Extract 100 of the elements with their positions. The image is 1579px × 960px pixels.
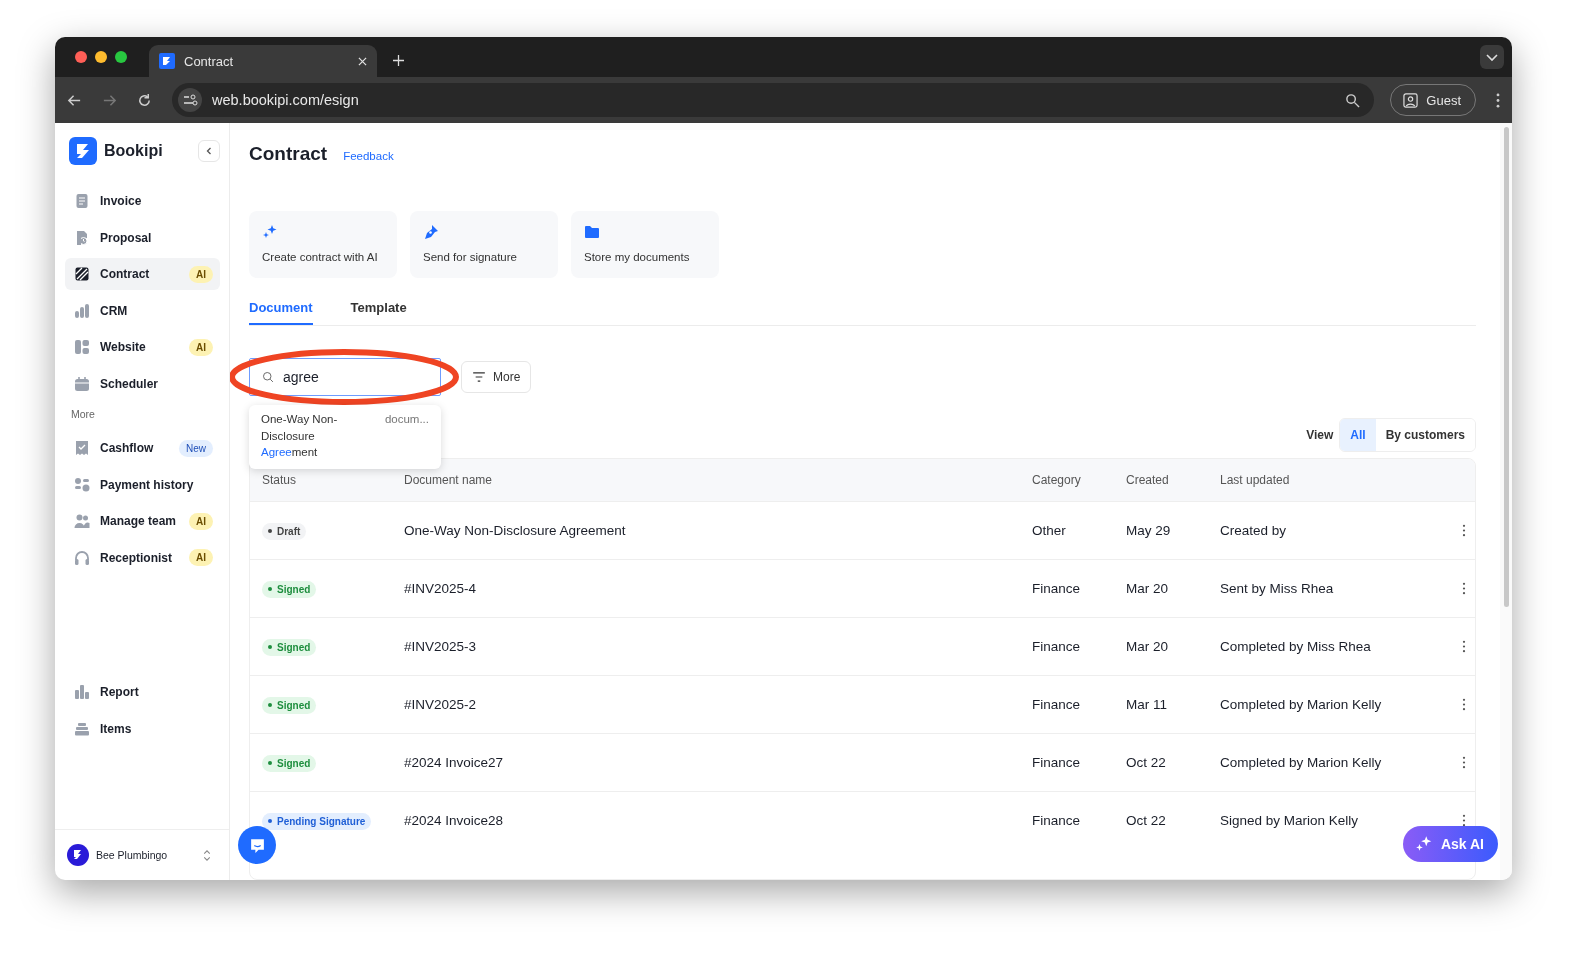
table-cell-text: Finance: [1032, 755, 1082, 770]
calendar-icon: [74, 375, 90, 392]
feedback-link[interactable]: Feedback: [343, 150, 394, 162]
tab[interactable]: Document: [249, 300, 313, 325]
pen-nib-icon: [423, 224, 439, 240]
browser-tab[interactable]: Contract: [149, 45, 377, 77]
sparkle-icon: [262, 224, 278, 240]
row-menu-icon[interactable]: [1462, 582, 1466, 595]
table-cell-text: Finance: [1032, 697, 1082, 712]
profile-button[interactable]: Guest: [1390, 84, 1476, 116]
sidebar-item[interactable]: Contract AI: [65, 258, 220, 290]
table-cell-text: Finance: [1032, 639, 1082, 654]
people-icon: [74, 513, 90, 529]
sidebar-item[interactable]: Scheduler: [65, 367, 220, 400]
status-badge: Signed: [262, 580, 317, 598]
site-settings-icon[interactable]: [178, 88, 202, 112]
sidebar-item[interactable]: Report: [65, 676, 220, 708]
zoom-icon[interactable]: [1345, 92, 1361, 108]
layout-icon: [74, 339, 90, 355]
table-cell-text: Completed by Marion Kelly: [1220, 697, 1383, 712]
table-cell-text: May 29: [1126, 523, 1172, 538]
table-cell-text: Sent by Miss Rhea: [1220, 581, 1335, 596]
tab-title: Contract: [184, 53, 235, 69]
action-card[interactable]: Create contract with AI: [249, 211, 397, 278]
table-cell-text: One-Way Non-Disclosure Agreement: [404, 523, 627, 538]
sidebar-badge: New: [179, 439, 213, 457]
bar-chart-icon: [74, 684, 90, 700]
document-icon: [74, 193, 90, 209]
table-cell-text: Oct 22: [1126, 813, 1167, 828]
section-label: More: [70, 407, 96, 422]
new-tab-icon[interactable]: [393, 55, 404, 66]
headset-icon: [74, 549, 90, 566]
search-icon: [262, 371, 274, 383]
sidebar-item[interactable]: Manage team AI: [65, 505, 220, 537]
status-badge: Signed: [262, 754, 317, 772]
sidebar-item[interactable]: Invoice: [65, 185, 220, 217]
status-badge: Pending Signature: [262, 812, 372, 830]
reload-icon[interactable]: [137, 92, 152, 108]
address-bar[interactable]: web.bookipi.com/esign: [172, 83, 1375, 117]
sidebar-badge: AI: [189, 549, 213, 566]
table-cell-text: Mar 20: [1126, 639, 1170, 654]
ask-ai-button[interactable]: Ask AI: [1402, 826, 1498, 862]
view-option[interactable]: All: [1340, 419, 1376, 451]
search-field[interactable]: agree: [249, 358, 441, 396]
chat-button[interactable]: [238, 826, 276, 864]
column-header: Category: [1032, 473, 1082, 487]
table-cell-text: Mar 11: [1126, 697, 1168, 712]
sidebar-item[interactable]: Items: [65, 712, 220, 745]
tab-list-icon[interactable]: [1480, 45, 1504, 69]
expand-icon: [203, 848, 211, 862]
minimize-window-button[interactable]: [95, 51, 107, 63]
row-menu-icon[interactable]: [1462, 640, 1466, 653]
maximize-window-button[interactable]: [115, 51, 127, 63]
table-cell-text: #INV2025-4: [404, 581, 478, 596]
action-card[interactable]: Send for signature: [410, 211, 558, 278]
table-cell-text: #2024 Invoice28: [404, 813, 505, 828]
browser-menu-icon[interactable]: [1496, 92, 1500, 108]
row-menu-icon[interactable]: [1462, 814, 1466, 827]
column-header: Document name: [404, 473, 494, 487]
suggestion-item[interactable]: One-Way Non-Disclosure Agreement docum...: [261, 411, 429, 461]
close-icon[interactable]: [358, 56, 367, 66]
sidebar-item[interactable]: Cashflow New: [65, 432, 220, 464]
close-window-button[interactable]: [75, 51, 87, 63]
page-title: Contract: [249, 143, 328, 165]
app-logo-icon: [159, 53, 175, 69]
collapse-button[interactable]: [198, 140, 220, 162]
receipt-icon: [74, 440, 90, 456]
table-cell-text: Completed by Marion Kelly: [1220, 755, 1383, 770]
status-badge: Signed: [262, 696, 317, 714]
tab[interactable]: Template: [350, 300, 407, 325]
brand-name: Bookipi: [104, 142, 163, 160]
sidebar-item[interactable]: Payment history: [65, 468, 220, 501]
table-cell-text: Other: [1032, 523, 1067, 538]
table-cell-text: Signed by Marion Kelly: [1220, 813, 1360, 828]
sidebar-item[interactable]: CRM: [65, 294, 220, 327]
clock-document-icon: [74, 229, 90, 246]
table-cell-text: Finance: [1032, 581, 1082, 596]
sidebar-item[interactable]: Proposal: [65, 221, 220, 254]
status-badge: Draft: [262, 522, 307, 540]
row-menu-icon[interactable]: [1462, 524, 1466, 537]
stack-icon: [74, 720, 90, 737]
striped-square-icon: [74, 266, 90, 282]
row-menu-icon[interactable]: [1462, 698, 1466, 711]
table-cell-text: #INV2025-2: [404, 697, 478, 712]
row-menu-icon[interactable]: [1462, 756, 1466, 769]
column-header: Last updated: [1220, 473, 1291, 487]
column-header: Created: [1126, 473, 1170, 487]
folder-icon: [584, 224, 600, 240]
column-header: Status: [262, 473, 298, 487]
sidebar-item[interactable]: Website AI: [65, 331, 220, 363]
sidebar-item[interactable]: Receptionist AI: [65, 541, 220, 574]
more-filter-button[interactable]: More: [461, 361, 532, 393]
sparkle-icon: [1414, 835, 1433, 853]
table-cell-text: #INV2025-3: [404, 639, 478, 654]
action-card[interactable]: Store my documents: [571, 211, 719, 278]
table-cell-text: #2024 Invoice27: [404, 755, 505, 770]
account-switcher[interactable]: Bee Plumbingo: [55, 829, 229, 880]
table-cell-text: Created by: [1220, 523, 1288, 538]
account-avatar-icon: [67, 844, 89, 866]
table-cell-text: Oct 22: [1126, 755, 1167, 770]
